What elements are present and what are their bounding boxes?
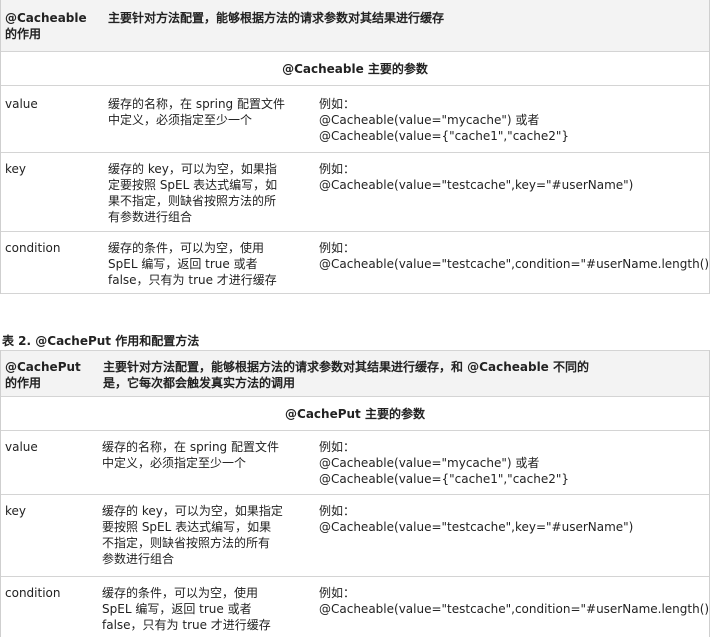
param-name: key xyxy=(5,162,27,176)
example-line: 例如： xyxy=(319,586,356,600)
header-name-line: 的作用 xyxy=(5,27,42,41)
desc-line: 参数进行组合 xyxy=(102,552,175,566)
example-line: @Cacheable(value={"cache1","cache2"} xyxy=(319,472,570,486)
example-line: @Cacheable(value="mycache") 或者 xyxy=(319,113,540,127)
table-row: condition 缓存的条件，可以为空，使用 SpEL 编写，返回 true … xyxy=(1,577,710,637)
param-name: key xyxy=(5,504,27,518)
desc-cell: 缓存的 key，可以为空，如果指定 要按照 SpEL 表达式编写，如果 不指定，… xyxy=(102,503,283,567)
param-cell: value xyxy=(5,439,38,455)
header-desc-text: 主要针对方法配置，能够根据方法的请求参数对其结果进行缓存 xyxy=(108,11,445,25)
header-desc-line: 主要针对方法配置，能够根据方法的请求参数对其结果进行缓存，和 @Cacheabl… xyxy=(103,360,589,374)
param-cell: value xyxy=(5,96,38,112)
example-line: 例如： xyxy=(319,97,356,111)
desc-line: 有参数进行组合 xyxy=(108,210,193,224)
example-line: @Cacheable(value="testcache",key="#userN… xyxy=(319,178,634,192)
desc-line: 定要按照 SpEL 表达式编写，如 xyxy=(108,178,278,192)
example-line: @Cacheable(value="mycache") 或者 xyxy=(319,456,540,470)
param-cell: condition xyxy=(5,585,60,601)
desc-line: 不指定，则缺省按照方法的所有 xyxy=(102,536,271,550)
table-row: key 缓存的 key，可以为空，如果指 定要按照 SpEL 表达式编写，如 果… xyxy=(1,153,709,232)
desc-line: 缓存的条件，可以为空，使用 xyxy=(108,241,265,255)
header-desc-line: 是，它每次都会触发真实方法的调用 xyxy=(103,376,296,390)
example-cell: 例如： @Cacheable(value="mycache") 或者 @Cach… xyxy=(319,96,569,144)
param-name: condition xyxy=(5,241,61,255)
desc-line: 缓存的名称，在 spring 配置文件 xyxy=(108,97,285,111)
header-name-line: @Cacheable xyxy=(5,11,87,25)
desc-line: 要按照 SpEL 表达式编写，如果 xyxy=(102,520,272,534)
example-line: @Cacheable(value="testcache",key="#userN… xyxy=(319,520,634,534)
param-name: value xyxy=(5,440,38,454)
cacheable-table: @Cacheable 的作用 主要针对方法配置，能够根据方法的请求参数对其结果进… xyxy=(0,0,710,294)
table-subheader-row: @CachePut 主要的参数 xyxy=(1,397,709,431)
example-line: @Cacheable(value="testcache",condition="… xyxy=(319,257,710,271)
table-header-row: @CachePut 的作用 主要针对方法配置，能够根据方法的请求参数对其结果进行… xyxy=(1,350,709,397)
desc-cell: 缓存的 key，可以为空，如果指 定要按照 SpEL 表达式编写，如 果不指定，… xyxy=(108,161,277,225)
desc-cell: 缓存的条件，可以为空，使用 SpEL 编写，返回 true 或者 false，只… xyxy=(108,240,277,288)
example-line: 例如： xyxy=(319,162,356,176)
param-cell: key xyxy=(5,503,26,519)
example-cell: 例如： @Cacheable(value="testcache",key="#u… xyxy=(319,161,633,193)
example-cell: 例如： @Cacheable(value="testcache",key="#u… xyxy=(319,503,633,535)
example-cell: 例如： @Cacheable(value="mycache") 或者 @Cach… xyxy=(319,439,569,487)
desc-cell: 缓存的名称，在 spring 配置文件 中定义，必须指定至少一个 xyxy=(102,439,279,471)
header-name-cell: @CachePut 的作用 xyxy=(5,359,101,391)
example-line: 例如： xyxy=(319,504,356,518)
param-name: value xyxy=(5,97,38,111)
param-name: condition xyxy=(5,586,61,600)
cacheput-table: @CachePut 的作用 主要针对方法配置，能够根据方法的请求参数对其结果进行… xyxy=(0,350,710,637)
table-subheader-row: @Cacheable 主要的参数 xyxy=(1,52,709,86)
table-row: value 缓存的名称，在 spring 配置文件 中定义，必须指定至少一个 例… xyxy=(1,86,709,153)
table-header-row: @Cacheable 的作用 主要针对方法配置，能够根据方法的请求参数对其结果进… xyxy=(1,0,709,52)
header-desc-cell: 主要针对方法配置，能够根据方法的请求参数对其结果进行缓存，和 @Cacheabl… xyxy=(103,359,705,391)
table-row: condition 缓存的条件，可以为空，使用 SpEL 编写，返回 true … xyxy=(1,232,710,294)
desc-line: 果不指定，则缺省按照方法的所 xyxy=(108,194,277,208)
desc-line: 缓存的 key，可以为空，如果指定 xyxy=(102,504,283,518)
header-name-line: 的作用 xyxy=(5,376,42,390)
desc-line: 中定义，必须指定至少一个 xyxy=(108,113,253,127)
subheader-cell: @Cacheable 主要的参数 xyxy=(1,61,709,77)
subheader-cell: @CachePut 主要的参数 xyxy=(1,406,709,422)
subheader-text: @CachePut 主要的参数 xyxy=(285,407,425,421)
desc-line: 缓存的条件，可以为空，使用 xyxy=(102,586,259,600)
example-line: @Cacheable(value="testcache",condition="… xyxy=(319,602,710,616)
desc-line: 缓存的名称，在 spring 配置文件 xyxy=(102,440,279,454)
table-caption: 表 2. @CachePut 作用和配置方法 xyxy=(2,334,200,348)
desc-line: 中定义，必须指定至少一个 xyxy=(102,456,247,470)
header-name-line: @CachePut xyxy=(5,360,81,374)
desc-cell: 缓存的名称，在 spring 配置文件 中定义，必须指定至少一个 xyxy=(108,96,285,128)
example-line: @Cacheable(value={"cache1","cache2"} xyxy=(319,129,570,143)
desc-cell: 缓存的条件，可以为空，使用 SpEL 编写，返回 true 或者 false，只… xyxy=(102,585,271,633)
desc-line: SpEL 编写，返回 true 或者 xyxy=(102,602,252,616)
table-row: value 缓存的名称，在 spring 配置文件 中定义，必须指定至少一个 例… xyxy=(1,431,709,495)
header-desc-cell: 主要针对方法配置，能够根据方法的请求参数对其结果进行缓存 xyxy=(108,10,703,26)
desc-line: 缓存的 key，可以为空，如果指 xyxy=(108,162,277,176)
example-cell: 例如： @Cacheable(value="testcache",conditi… xyxy=(319,240,710,272)
param-cell: key xyxy=(5,161,26,177)
desc-line: false，只有为 true 才进行缓存 xyxy=(102,618,271,632)
header-name-cell: @Cacheable 的作用 xyxy=(5,10,101,42)
example-cell: 例如： @Cacheable(value="testcache",conditi… xyxy=(319,585,710,617)
example-line: 例如： xyxy=(319,241,356,255)
table-row: key 缓存的 key，可以为空，如果指定 要按照 SpEL 表达式编写，如果 … xyxy=(1,495,709,577)
example-line: 例如： xyxy=(319,440,356,454)
desc-line: false，只有为 true 才进行缓存 xyxy=(108,273,277,287)
desc-line: SpEL 编写，返回 true 或者 xyxy=(108,257,258,271)
subheader-text: @Cacheable 主要的参数 xyxy=(282,62,428,76)
param-cell: condition xyxy=(5,240,60,256)
